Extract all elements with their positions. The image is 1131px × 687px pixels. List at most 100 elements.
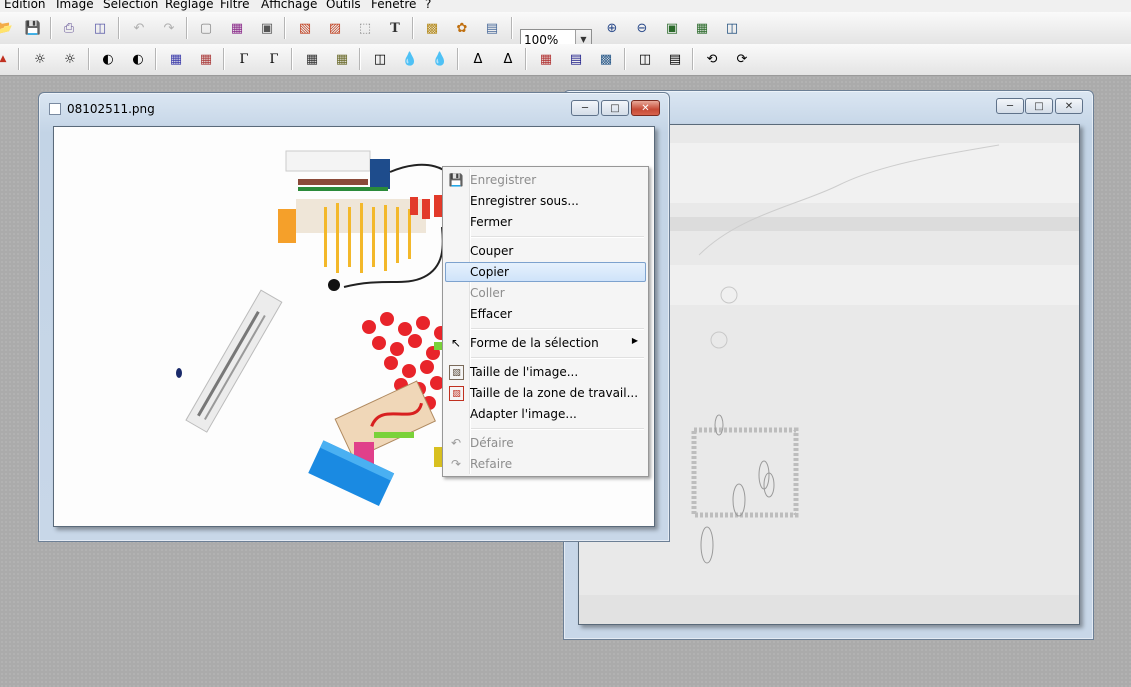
cursor-icon: ↖ <box>450 336 462 350</box>
toolbar-separator <box>223 48 225 70</box>
menu-affichage[interactable]: Affichage <box>261 0 317 12</box>
menu-item-taille-image[interactable]: ▧ Taille de l'image... <box>445 362 646 382</box>
image-file-icon <box>49 103 61 115</box>
menu-item-copier[interactable]: Copier <box>445 262 646 282</box>
auto-adjust-icon[interactable]: ▲ <box>0 48 14 70</box>
toolbar-separator <box>50 17 52 39</box>
fit-window-icon[interactable]: ▣ <box>661 17 683 39</box>
undo-icon: ↶ <box>450 436 462 450</box>
sepia-icon[interactable]: ▦ <box>331 48 353 70</box>
undo-icon[interactable]: ↶ <box>128 17 150 39</box>
menu-reglage[interactable]: Réglage <box>165 0 214 12</box>
menu-item-enregistrer-sous[interactable]: Enregistrer sous... <box>445 191 646 211</box>
grayscale-icon[interactable]: ▦ <box>301 48 323 70</box>
redo-icon[interactable]: ↷ <box>158 17 180 39</box>
menu-fenetre[interactable]: Fenêtre <box>371 0 416 12</box>
menu-item-coller[interactable]: Coller <box>445 283 646 303</box>
menu-edition[interactable]: Edition <box>4 0 46 12</box>
canvas-resize-icon: ▨ <box>449 386 464 401</box>
canvas-size-icon[interactable]: ▨ <box>324 17 346 39</box>
menu-item-taille-zone-travail[interactable]: ▨ Taille de la zone de travail... <box>445 383 646 403</box>
brightness-up-icon[interactable]: ☼ <box>59 48 81 70</box>
menu-selection[interactable]: Sélection <box>103 0 158 12</box>
menu-item-label: Fermer <box>470 215 513 229</box>
menu-item-refaire[interactable]: ↷ Refaire <box>445 454 646 474</box>
save-icon[interactable]: 💾 <box>22 17 44 39</box>
close-button[interactable]: ✕ <box>1055 98 1083 114</box>
scanner-icon[interactable]: ◫ <box>89 17 111 39</box>
menu-item-label: Taille de l'image... <box>470 365 579 379</box>
window-title: 08102511.png <box>67 102 155 116</box>
color-balance-icon[interactable]: ▦ <box>535 48 557 70</box>
menu-item-fermer[interactable]: Fermer <box>445 212 646 232</box>
plugin-icon[interactable]: ✿ <box>451 17 473 39</box>
menu-item-enregistrer[interactable]: 💾 Enregistrer <box>445 170 646 190</box>
gamma-up-icon[interactable]: Γ <box>263 48 285 70</box>
toolbar-separator <box>692 48 694 70</box>
menu-separator <box>471 428 644 430</box>
actual-size-icon[interactable]: ▦ <box>691 17 713 39</box>
blur-icon[interactable]: 💧 <box>399 48 421 70</box>
menu-item-forme-selection[interactable]: ↖ Forme de la sélection ▶ <box>445 333 646 353</box>
rotate-right-icon[interactable]: ⟳ <box>731 48 753 70</box>
menu-item-label: Forme de la sélection <box>470 336 599 350</box>
negative-icon[interactable]: ◫ <box>369 48 391 70</box>
contrast-up-icon[interactable]: ◐ <box>127 48 149 70</box>
menu-item-couper[interactable]: Couper <box>445 241 646 261</box>
menu-item-label: Enregistrer <box>470 173 537 187</box>
fullscreen-icon[interactable]: ◫ <box>721 17 743 39</box>
rotate-left-icon[interactable]: ⟲ <box>701 48 723 70</box>
menu-filtre[interactable]: Filtre <box>220 0 249 12</box>
color-replace-icon[interactable]: ▤ <box>565 48 587 70</box>
menu-separator <box>471 236 644 238</box>
effects-icon[interactable]: ▩ <box>595 48 617 70</box>
menu-item-label: Taille de la zone de travail... <box>470 386 639 400</box>
toolbar-separator <box>624 48 626 70</box>
flip-vertical-icon[interactable]: ▤ <box>664 48 686 70</box>
light-icon[interactable]: Δ <box>467 48 489 70</box>
image-size-icon[interactable]: ▧ <box>294 17 316 39</box>
minimize-button[interactable]: ─ <box>571 100 599 116</box>
resize-icon[interactable]: ▣ <box>256 17 278 39</box>
selection-icon[interactable]: ⬚ <box>354 17 376 39</box>
toolbar-separator <box>186 17 188 39</box>
contrast-down-icon[interactable]: ◐ <box>97 48 119 70</box>
light-up-icon[interactable]: Δ <box>497 48 519 70</box>
zoom-in-icon[interactable]: ⊕ <box>601 17 623 39</box>
menu-item-adapter-image[interactable]: Adapter l'image... <box>445 404 646 424</box>
context-menu: 💾 Enregistrer Enregistrer sous... Fermer… <box>442 166 649 477</box>
menu-item-label: Copier <box>470 265 509 279</box>
saturation-up-icon[interactable]: ▦ <box>195 48 217 70</box>
menu-item-label: Coller <box>470 286 505 300</box>
window-icon[interactable]: ▤ <box>481 17 503 39</box>
toolbar-separator <box>412 17 414 39</box>
maximize-button[interactable]: □ <box>601 100 629 116</box>
gamma-down-icon[interactable]: Γ <box>233 48 255 70</box>
close-button[interactable]: ✕ <box>631 100 660 116</box>
open-folder-icon[interactable]: 📂 <box>0 17 16 39</box>
print-icon[interactable]: ⎙ <box>58 17 80 39</box>
minimize-button[interactable]: ─ <box>996 98 1024 114</box>
zoom-out-icon[interactable]: ⊖ <box>631 17 653 39</box>
menu-help[interactable]: ? <box>425 0 431 12</box>
main-toolbar: 📂 💾 ⎙ ◫ ↶ ↷ ▢ ▦ ▣ ▧ ▨ ⬚ T ▩ ✿ ▤ 100% ▼ ⊕… <box>0 12 1131 50</box>
menu-item-label: Enregistrer sous... <box>470 194 579 208</box>
flip-horizontal-icon[interactable]: ◫ <box>634 48 656 70</box>
brightness-down-icon[interactable]: ☼ <box>29 48 51 70</box>
text-tool-icon[interactable]: T <box>384 17 406 39</box>
toolbar-separator <box>457 48 459 70</box>
sharpen-icon[interactable]: 💧 <box>429 48 451 70</box>
saturation-down-icon[interactable]: ▦ <box>165 48 187 70</box>
gradient-icon[interactable]: ▢ <box>195 17 217 39</box>
maximize-button[interactable]: □ <box>1025 98 1053 114</box>
menu-item-effacer[interactable]: Effacer <box>445 304 646 324</box>
menu-item-defaire[interactable]: ↶ Défaire <box>445 433 646 453</box>
toolbar-separator <box>88 48 90 70</box>
palette-icon[interactable]: ▦ <box>226 17 248 39</box>
menu-image[interactable]: Image <box>56 0 94 12</box>
menu-item-label: Défaire <box>470 436 514 450</box>
browser-icon[interactable]: ▩ <box>421 17 443 39</box>
redo-icon: ↷ <box>450 457 462 471</box>
menu-separator <box>471 357 644 359</box>
menu-outils[interactable]: Outils <box>326 0 361 12</box>
